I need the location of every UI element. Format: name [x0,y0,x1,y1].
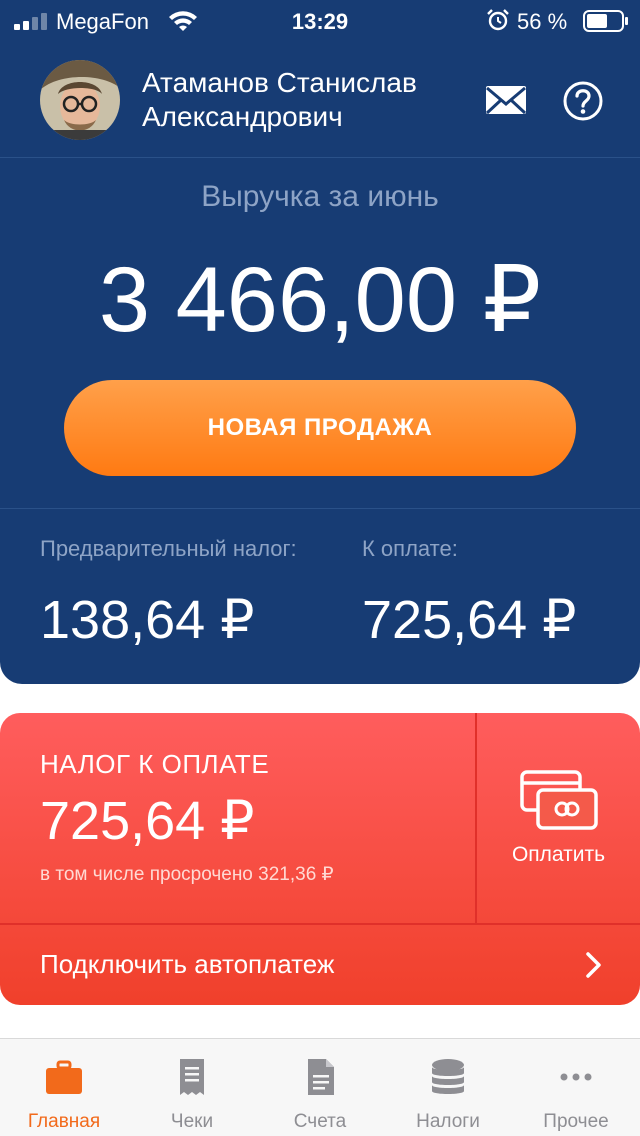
tab-invoices[interactable]: Счета [256,1039,384,1136]
tax-due-title: НАЛОГ К ОПЛАТЕ [40,749,270,779]
tab-bar: Главная Чеки Счета Налоги Прочее [0,1038,640,1136]
cards-icon [520,770,598,830]
tab-home[interactable]: Главная [0,1039,128,1136]
new-sale-button[interactable]: НОВАЯ ПРОДАЖА [64,380,576,476]
user-name: Атаманов Станислав Александрович [142,66,462,134]
battery-icon [583,10,628,32]
pay-button[interactable]: Оплатить [477,713,640,923]
autopay-label: Подключить автоплатеж [40,949,335,979]
tab-label-invoices: Счета [293,1111,347,1132]
divider [0,508,640,509]
tab-more[interactable]: Прочее [512,1039,640,1136]
pay-button-label: Оплатить [511,843,606,866]
tax-due-info[interactable]: НАЛОГ К ОПЛАТЕ 725,64 ₽ в том числе прос… [0,713,475,923]
tab-label-taxes: Налоги [416,1111,480,1132]
tab-label-more: Прочее [543,1111,609,1132]
briefcase-icon [46,1060,82,1094]
profile-row: Атаманов Станислав Александрович [0,40,640,158]
tab-receipts[interactable]: Чеки [128,1039,256,1136]
tab-taxes[interactable]: Налоги [384,1039,512,1136]
to-pay-value: 725,64 ₽ [362,590,577,650]
revenue-label: Выручка за июнь [201,180,439,213]
user-name-line1: Атаманов Станислав [142,67,417,98]
more-icon [560,1073,592,1081]
coins-icon [432,1059,464,1094]
revenue-amount: 3 466,00 ₽ [98,249,542,351]
tax-due-card: НАЛОГ К ОПЛАТЕ 725,64 ₽ в том числе прос… [0,713,640,1005]
header-panel: MegaFon 13:29 56 % Атаманов Станислав Ал… [0,0,640,684]
alarm-icon [487,9,509,31]
help-icon[interactable] [562,80,604,122]
tab-label-receipts: Чеки [170,1111,214,1132]
preliminary-tax-value: 138,64 ₽ [40,590,255,650]
autopay-row[interactable]: Подключить автоплатеж [0,925,640,1005]
preliminary-tax-label: Предварительный налог: [40,536,297,561]
to-pay-label: К оплате: [362,536,458,561]
receipt-icon [180,1059,204,1095]
status-bar: MegaFon 13:29 56 % [0,0,640,40]
screen: MegaFon 13:29 56 % Атаманов Станислав Ал… [0,0,640,1136]
mail-icon[interactable] [484,80,528,120]
battery-percent: 56 % [517,9,568,34]
tab-label-home: Главная [27,1111,101,1132]
tax-due-amount: 725,64 ₽ [40,791,255,851]
tax-overdue-text: в том числе просрочено 321,36 ₽ [40,864,334,885]
chevron-right-icon [586,952,601,978]
document-icon [308,1059,334,1095]
avatar[interactable] [40,60,120,140]
user-name-line2: Александрович [142,101,343,132]
